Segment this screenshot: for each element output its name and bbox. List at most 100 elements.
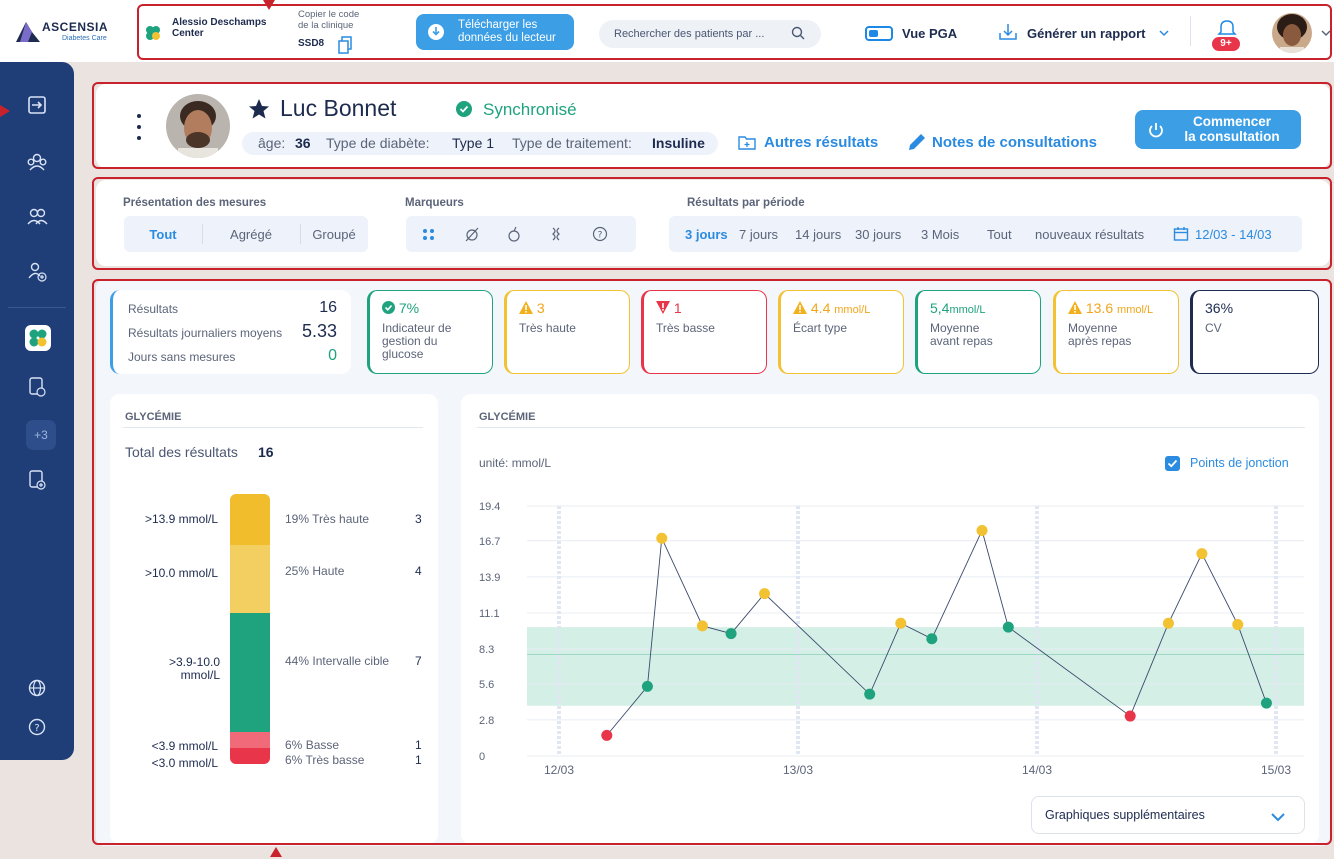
period-all[interactable]: Tout	[987, 227, 1012, 242]
search-icon[interactable]	[791, 26, 805, 40]
all-markers-icon[interactable]	[422, 228, 436, 242]
sync-status: Synchronisé	[483, 100, 577, 119]
metric-pre-meal-number: 5,4	[930, 300, 950, 316]
pga-view-toggle[interactable]	[865, 26, 893, 41]
age-value: 36	[295, 135, 311, 151]
more-charts-dropdown[interactable]: Graphiques supplémentaires	[1031, 796, 1305, 834]
metric-very-low[interactable]: 1 Très basse	[641, 290, 767, 374]
add-user-icon[interactable]	[26, 260, 48, 282]
metric-post-meal[interactable]: 13.6 mmol/L Moyenne après repas	[1053, 290, 1179, 374]
add-calculator-icon[interactable]	[26, 469, 48, 491]
metric-post-meal-value: 13.6 mmol/L	[1068, 300, 1153, 316]
question-icon[interactable]: ?	[592, 226, 608, 242]
copy-icon[interactable]	[338, 36, 352, 54]
junction-points-checkbox[interactable]	[1165, 456, 1180, 471]
period-30-days[interactable]: 30 jours	[855, 227, 901, 242]
distribution-bar	[230, 494, 270, 764]
results-label: Résultats	[128, 302, 179, 316]
y-tick-label: 19.4	[479, 501, 500, 513]
metric-cv-label: CV	[1205, 321, 1222, 335]
divider	[1190, 16, 1191, 46]
total-label: Total des résultats	[125, 444, 238, 460]
period-3-months[interactable]: 3 Mois	[921, 227, 959, 242]
distribution-segment	[230, 545, 270, 613]
apple-icon[interactable]	[506, 226, 522, 242]
clinic-name-line1: Alessio Deschamps	[172, 17, 267, 28]
users-icon[interactable]	[26, 205, 48, 227]
presentation-grouped[interactable]: Groupé	[302, 227, 366, 242]
add-folder-icon	[738, 134, 756, 150]
band-info-very-high: 19% Très haute	[285, 512, 369, 526]
user-menu-chevron-icon[interactable]	[1320, 25, 1332, 37]
metric-gmi-value: 7%	[382, 300, 419, 316]
core-apple-icon[interactable]	[548, 226, 564, 242]
metric-pre-meal[interactable]: 5,4mmol/L Moyenne avant repas	[915, 290, 1041, 374]
band-info-high: 25% Haute	[285, 564, 344, 578]
metric-very-low-number: 1	[673, 300, 682, 316]
clinic-clover-icon[interactable]	[25, 325, 51, 351]
date-range[interactable]: 12/03 - 14/03	[1195, 227, 1272, 242]
summary-card: Résultats 16 Résultats journaliers moyen…	[110, 290, 351, 374]
generate-report-button[interactable]: Générer un rapport	[1027, 26, 1145, 41]
metric-std-dev-number: 4.4	[810, 300, 831, 316]
pencil-icon	[906, 131, 928, 153]
band-label: Basse	[305, 738, 340, 752]
help-icon[interactable]: ?	[26, 716, 48, 738]
metric-cv[interactable]: 36% CV	[1190, 290, 1319, 374]
metric-pre-meal-label: Moyenne avant repas	[930, 321, 993, 348]
globe-icon[interactable]	[26, 677, 48, 699]
clinic-name[interactable]: Alessio Deschamps Center	[172, 17, 267, 39]
distribution-segment	[230, 494, 270, 546]
metric-very-high[interactable]: 3 Très haute	[504, 290, 630, 374]
y-tick-label: 0	[479, 751, 485, 763]
logo-text: ASCENSIA	[42, 20, 109, 34]
more-charts-label: Graphiques supplémentaires	[1045, 808, 1205, 822]
calendar-icon[interactable]	[1173, 226, 1189, 242]
annotation-arrow-left	[0, 105, 10, 117]
download-label-line2: données du lecteur	[458, 32, 556, 44]
metric-gmi-label: Indicateur de gestion du glucose	[382, 321, 452, 361]
segment-divider	[202, 224, 203, 244]
metric-std-dev-unit: mmol/L	[834, 304, 871, 316]
patient-search-input[interactable]: Rechercher des patients par ...	[599, 20, 821, 48]
metric-post-meal-number: 13.6	[1085, 300, 1114, 316]
metric-gmi[interactable]: 7% Indicateur de gestion du glucose	[367, 290, 493, 374]
star-icon[interactable]	[248, 98, 270, 120]
period-7-days[interactable]: 7 jours	[739, 227, 778, 242]
days-value: 0	[328, 347, 337, 364]
start-consultation-button[interactable]: Commencer la consultation	[1135, 110, 1301, 149]
daily-label: Résultats journaliers moyens	[128, 326, 283, 340]
period-new-results[interactable]: nouveaux résultats	[1035, 227, 1144, 242]
glycemia-data-point	[641, 680, 653, 692]
no-meal-icon[interactable]	[464, 226, 480, 242]
copy-label-line2: de la clinique	[298, 20, 354, 31]
copy-code-label: Copier le code de la clinique	[298, 9, 359, 31]
patient-info-pill: âge: 36 Type de diabète: Type 1 Type de …	[242, 132, 718, 155]
patients-group-icon[interactable]	[26, 150, 48, 172]
treatment-value: Insuline	[652, 135, 705, 151]
band-count-target: 7	[415, 654, 422, 668]
band-count-very-high: 3	[415, 512, 422, 526]
more-items-button[interactable]: +3	[26, 420, 56, 450]
calculator-settings-icon[interactable]	[26, 376, 48, 398]
period-14-days[interactable]: 14 jours	[795, 227, 841, 242]
band-label: Intervalle cible	[312, 654, 390, 668]
glycemia-data-point	[1196, 548, 1208, 560]
more-options-icon[interactable]	[136, 113, 142, 141]
consultation-notes-link[interactable]: Notes de consultations	[932, 134, 1097, 151]
junction-points-label[interactable]: Points de jonction	[1190, 456, 1289, 470]
presentation-all[interactable]: Tout	[124, 227, 202, 242]
chart-title: GLYCÉMIE	[479, 411, 536, 423]
exit-icon[interactable]	[26, 94, 48, 116]
period-3-days[interactable]: 3 jours	[685, 227, 728, 242]
download-reader-data-button[interactable]: Télécharger les données du lecteur	[416, 14, 574, 50]
band-info-very-low: 6% Très basse	[285, 753, 364, 767]
chevron-down-icon[interactable]	[1158, 25, 1170, 37]
user-avatar[interactable]	[1272, 13, 1312, 53]
presentation-aggregated[interactable]: Agrégé	[204, 227, 298, 242]
metric-std-dev[interactable]: 4.4 mmol/L Écart type	[778, 290, 904, 374]
glycemia-line-chart: 19.4 16.7 13.9 11.1 8.3 5.6 2.8 0 12/03 13/03 14/0…	[479, 501, 1304, 777]
y-tick-label: 16.7	[479, 536, 500, 548]
other-results-link[interactable]: Autres résultats	[764, 134, 878, 151]
markers-title: Marqueurs	[405, 197, 464, 209]
